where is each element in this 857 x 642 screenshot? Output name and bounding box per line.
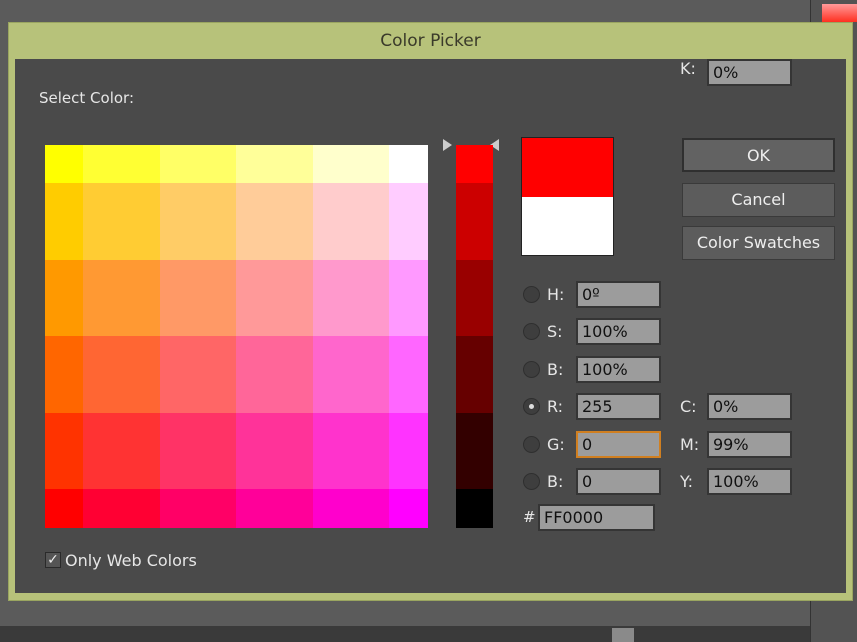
slider-segment[interactable]: [456, 336, 493, 413]
channel-field[interactable]: 0: [576, 468, 661, 495]
color-cell[interactable]: [313, 413, 389, 489]
hex-field[interactable]: FF0000: [538, 504, 655, 531]
color-cell[interactable]: [160, 413, 236, 489]
color-cell[interactable]: [160, 489, 236, 528]
color-cell[interactable]: [83, 145, 160, 183]
color-cell[interactable]: [83, 183, 160, 260]
color-cell[interactable]: [83, 413, 160, 489]
color-cell[interactable]: [389, 260, 428, 336]
channel-label: B:: [547, 360, 564, 379]
channel-label: S:: [547, 322, 563, 341]
cancel-button[interactable]: Cancel: [682, 183, 835, 217]
channel-label: R:: [547, 397, 564, 416]
cmyk-field[interactable]: 0%: [707, 59, 792, 86]
color-slider[interactable]: [456, 145, 493, 528]
color-cell[interactable]: [389, 183, 428, 260]
color-cell[interactable]: [160, 336, 236, 413]
slider-segment[interactable]: [456, 413, 493, 489]
color-cell[interactable]: [45, 336, 83, 413]
new-color-swatch: [522, 138, 613, 197]
color-cell[interactable]: [236, 145, 313, 183]
color-cell[interactable]: [389, 336, 428, 413]
only-web-colors-checkbox[interactable]: ✓: [45, 552, 61, 568]
slider-left-arrow-icon[interactable]: [443, 139, 452, 151]
cmyk-label: M:: [680, 435, 700, 454]
cmyk-label: K:: [680, 59, 696, 78]
channel-radio[interactable]: [523, 398, 540, 415]
color-cell[interactable]: [236, 489, 313, 528]
color-cell[interactable]: [45, 260, 83, 336]
color-cell[interactable]: [160, 145, 236, 183]
dialog-body: Select Color: OK Cancel Color Swatches H…: [15, 59, 846, 593]
slider-segment[interactable]: [456, 260, 493, 336]
cmyk-field[interactable]: 100%: [707, 468, 792, 495]
channel-radio[interactable]: [523, 361, 540, 378]
channel-label: G:: [547, 435, 565, 454]
channel-field[interactable]: 0: [576, 431, 661, 458]
color-cell[interactable]: [45, 183, 83, 260]
color-cell[interactable]: [160, 260, 236, 336]
cmyk-field[interactable]: 0%: [707, 393, 792, 420]
scrollbar-thumb[interactable]: [612, 628, 634, 642]
color-preview: [521, 137, 614, 256]
color-cell[interactable]: [83, 336, 160, 413]
select-color-label: Select Color:: [39, 89, 134, 107]
channel-label: H:: [547, 285, 565, 304]
channel-field[interactable]: 0º: [576, 281, 661, 308]
color-cell[interactable]: [236, 413, 313, 489]
color-cell[interactable]: [389, 413, 428, 489]
color-cell[interactable]: [83, 260, 160, 336]
color-cell[interactable]: [45, 413, 83, 489]
channel-radio[interactable]: [523, 436, 540, 453]
color-cell[interactable]: [313, 183, 389, 260]
current-color-swatch: [522, 197, 613, 255]
channel-label: B:: [547, 472, 564, 491]
slider-segment[interactable]: [456, 145, 493, 183]
channel-radio[interactable]: [523, 323, 540, 340]
channel-field[interactable]: 100%: [576, 318, 661, 345]
color-cell[interactable]: [160, 183, 236, 260]
color-cell[interactable]: [45, 145, 83, 183]
ok-button[interactable]: OK: [682, 138, 835, 172]
color-cell[interactable]: [313, 260, 389, 336]
color-swatches-button[interactable]: Color Swatches: [682, 226, 835, 260]
cmyk-label: C:: [680, 397, 697, 416]
cmyk-label: Y:: [680, 472, 694, 491]
channel-radio[interactable]: [523, 473, 540, 490]
color-cell[interactable]: [389, 489, 428, 528]
bottom-scrollbar[interactable]: [0, 626, 810, 642]
hex-label: #: [523, 508, 536, 526]
dialog-title: Color Picker: [380, 31, 481, 51]
channel-field[interactable]: 100%: [576, 356, 661, 383]
color-cell[interactable]: [83, 489, 160, 528]
slider-segment[interactable]: [456, 489, 493, 528]
color-cell[interactable]: [389, 145, 428, 183]
color-cell[interactable]: [236, 183, 313, 260]
color-cell[interactable]: [236, 336, 313, 413]
cmyk-field[interactable]: 99%: [707, 431, 792, 458]
channel-field[interactable]: 255: [576, 393, 661, 420]
color-picker-dialog: Color Picker Select Color: OK Cancel Col…: [8, 22, 853, 601]
color-cell[interactable]: [45, 489, 83, 528]
channel-radio[interactable]: [523, 286, 540, 303]
only-web-colors-label: Only Web Colors: [65, 551, 197, 570]
slider-segment[interactable]: [456, 183, 493, 260]
color-cell[interactable]: [313, 336, 389, 413]
color-cell[interactable]: [313, 489, 389, 528]
color-field[interactable]: [45, 145, 428, 528]
swatch-preview: [822, 4, 857, 22]
color-cell[interactable]: [236, 260, 313, 336]
color-cell[interactable]: [313, 145, 389, 183]
